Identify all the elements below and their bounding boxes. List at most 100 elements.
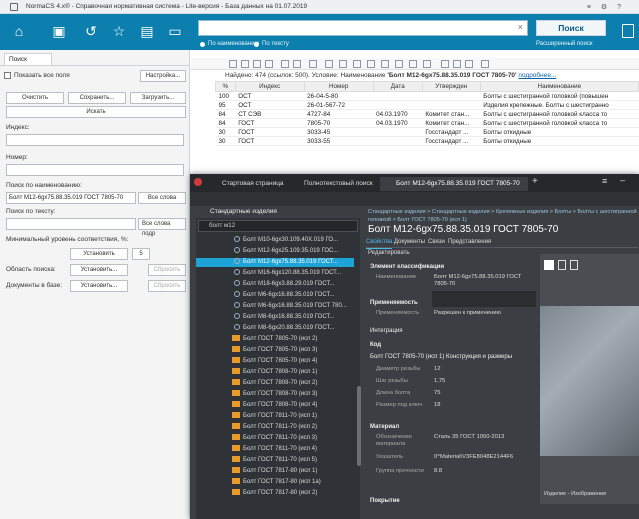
- tree-header[interactable]: Стандартные изделия: [196, 206, 360, 218]
- tab-links[interactable]: Связи: [428, 237, 445, 248]
- details-link[interactable]: подробнее...: [518, 72, 556, 79]
- add-tab-icon[interactable]: +: [532, 176, 538, 187]
- docs-reset-button[interactable]: Сбросить: [148, 280, 186, 292]
- tool-icon[interactable]: [253, 60, 261, 68]
- radio-by-name[interactable]: По наименованию: [200, 41, 259, 47]
- tree-item[interactable]: Болт ГОСТ 7805-70 (исп 4): [196, 357, 354, 366]
- table-row[interactable]: 84 СТ СЭВ 4727-84 04.03.1970 Комитет стан...…: [215, 109, 639, 119]
- tool-icon[interactable]: [381, 60, 389, 68]
- tree-item[interactable]: Болт ГОСТ 7811-70 (исп 1): [196, 412, 354, 421]
- tool-icon[interactable]: [423, 60, 431, 68]
- export-icon[interactable]: [622, 24, 634, 38]
- column-header[interactable]: Наименование: [479, 81, 639, 92]
- load-button[interactable]: Загрузить...: [130, 92, 186, 104]
- section-code[interactable]: Код: [362, 342, 538, 348]
- list-icon[interactable]: ▤: [138, 22, 156, 40]
- advanced-search-link[interactable]: Расширенный поиск: [536, 41, 593, 47]
- clear-icon[interactable]: ×: [518, 22, 523, 32]
- tool-icon[interactable]: [241, 60, 249, 68]
- docs-install-button[interactable]: Установить...: [70, 280, 128, 292]
- tool-icon[interactable]: [481, 60, 489, 68]
- tab-documents[interactable]: Документы: [394, 237, 425, 248]
- tree-item[interactable]: Болт ГОСТ 7817-80 (исп 1а): [196, 478, 354, 487]
- number-field[interactable]: [6, 164, 184, 176]
- home-icon[interactable]: ⌂: [10, 22, 28, 40]
- tree-item[interactable]: Болт М8-6gx16.88.35.019 ГОСТ...: [196, 313, 354, 322]
- all-words-select[interactable]: Все слова: [138, 192, 186, 204]
- tree-item[interactable]: Болт М6-6gx16.88.35.019 ГОСТ...: [196, 291, 354, 300]
- section-coating[interactable]: Покрытие: [362, 498, 538, 504]
- tool-icon[interactable]: [465, 60, 473, 68]
- tool-icon[interactable]: [325, 60, 333, 68]
- column-header[interactable]: Утвержден: [421, 81, 481, 92]
- tool-icon[interactable]: [409, 60, 417, 68]
- area-reset-button[interactable]: Сбросить: [148, 264, 186, 276]
- tool-icon[interactable]: [309, 60, 317, 68]
- folder-icon[interactable]: ▭: [166, 22, 184, 40]
- document-icon[interactable]: ▣: [50, 22, 68, 40]
- search-input[interactable]: ×: [198, 20, 528, 36]
- tree-item[interactable]: Болт М16-6gx120.88.35.019 ГОСТ...: [196, 269, 354, 278]
- tree-item[interactable]: Болт ГОСТ 7808-70 (исп 3): [196, 390, 354, 399]
- favorites-icon[interactable]: ☆: [110, 22, 128, 40]
- tool-icon[interactable]: [229, 60, 237, 68]
- section-material[interactable]: Материал: [362, 424, 538, 430]
- tree-search-input[interactable]: болт м12: [198, 220, 358, 232]
- tree-scrollbar[interactable]: [357, 386, 361, 466]
- edit-button[interactable]: Редактировать: [368, 250, 409, 256]
- tree-item[interactable]: Болт М10-6gx30.109.40Х.019 ГО...: [196, 236, 354, 245]
- section-design[interactable]: Болт ГОСТ 7805-70 (исп 1) Конструкция и …: [362, 354, 538, 360]
- column-header[interactable]: Индекс: [234, 81, 305, 92]
- column-header[interactable]: %: [215, 81, 236, 92]
- window-controls[interactable]: ≡ ⚙ ?: [587, 3, 625, 11]
- model-view-icon[interactable]: [570, 260, 578, 270]
- tree-item[interactable]: Болт ГОСТ 7805-70 (исп 3): [196, 346, 354, 355]
- section-classification[interactable]: Элемент классификации: [362, 264, 538, 270]
- section-integration[interactable]: Интеграция: [362, 328, 538, 334]
- tab-views[interactable]: Представления: [448, 237, 491, 248]
- table-row[interactable]: 30 ГОСТ 3033-45 Госстандарт ... Болты откидн…: [215, 127, 639, 137]
- table-row[interactable]: 100 ОСТ 26-04-5-80 Болты с шестигранной гол…: [215, 91, 639, 101]
- image-view-icon[interactable]: [544, 260, 554, 270]
- index-field[interactable]: [6, 134, 184, 146]
- tool-icon[interactable]: [339, 60, 347, 68]
- all-words-select-2[interactable]: Все слова подр: [138, 218, 186, 237]
- tool-icon[interactable]: [395, 60, 403, 68]
- search-button[interactable]: Поиск: [536, 20, 606, 36]
- table-row[interactable]: 84 ГОСТ 7805-70 04.03.1970 Комитет стан... Бо…: [215, 118, 639, 128]
- tree-item[interactable]: Болт М8-6gx20.88.35.019 ГОСТ...: [196, 324, 354, 333]
- min-level-value[interactable]: 5: [132, 248, 150, 260]
- tab-search[interactable]: Поиск: [4, 53, 52, 65]
- tree-item[interactable]: Болт ГОСТ 7811-70 (исп 5): [196, 456, 354, 465]
- breadcrumb[interactable]: Стандартные изделия > Стандартные издели…: [368, 208, 638, 224]
- name-search-field[interactable]: Болт М12-6gx75.88.35.019 ГОСТ 7805-70: [6, 192, 136, 204]
- settings-button[interactable]: Настройка...: [140, 70, 186, 82]
- tool-icon[interactable]: [441, 60, 449, 68]
- clear-button[interactable]: Очистить: [6, 92, 64, 104]
- tab-start-page[interactable]: Стартовая страница: [206, 177, 288, 191]
- tree-item[interactable]: Болт ГОСТ 7808-70 (исп 1): [196, 368, 354, 377]
- tool-icon[interactable]: [281, 60, 289, 68]
- tab-properties[interactable]: Свойства: [366, 237, 393, 249]
- save-button[interactable]: Сохранить...: [68, 92, 126, 104]
- tree-item[interactable]: Болт ГОСТ 7811-70 (исп 2): [196, 423, 354, 432]
- tree-item[interactable]: Болт ГОСТ 7805-70 (исп 2): [196, 335, 354, 344]
- table-row[interactable]: 95 ОСТ 26-01-567-72 Изделия крепежные. Болт…: [215, 100, 639, 110]
- tab-product[interactable]: Болт М12-6gx75.88.35.019 ГОСТ 7805-70: [380, 177, 528, 191]
- show-all-checkbox[interactable]: [4, 72, 11, 79]
- tool-icon[interactable]: [453, 60, 461, 68]
- area-install-button[interactable]: Установить...: [70, 264, 128, 276]
- column-header[interactable]: Дата: [372, 81, 423, 92]
- tool-icon[interactable]: [353, 60, 361, 68]
- find-button[interactable]: Искать: [6, 106, 186, 118]
- tree-item[interactable]: Болт М18-6gx3.88.29.019 ГОСТ...: [196, 280, 354, 289]
- tool-icon[interactable]: [265, 60, 273, 68]
- text-search-field[interactable]: [6, 218, 136, 230]
- table-row[interactable]: 30 ГОСТ 3033-55 Госстандарт ... Болты откидн…: [215, 136, 639, 146]
- tab-fulltext-search[interactable]: Полнотекстовый поиск: [288, 177, 378, 191]
- document-view-icon[interactable]: [558, 260, 566, 270]
- tree-item[interactable]: Болт ГОСТ 7811-70 (исп 3): [196, 434, 354, 443]
- install-button[interactable]: Установить: [70, 248, 128, 260]
- tree-item[interactable]: Болт М6-6gx16.88.35.019 ГОСТ 780...: [196, 302, 354, 311]
- tree-item[interactable]: Болт ГОСТ 7808-70 (исп 4): [196, 401, 354, 410]
